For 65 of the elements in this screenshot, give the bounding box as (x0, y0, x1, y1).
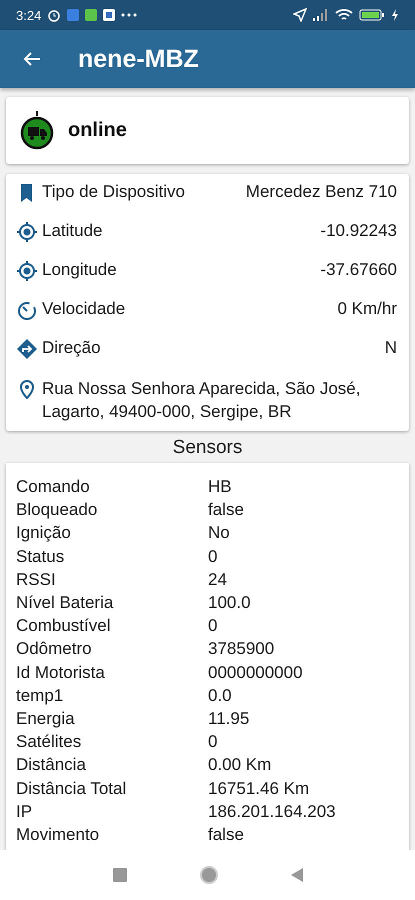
sensor-label: Nível Bateria (16, 592, 114, 614)
section-title: Sensors (172, 437, 244, 459)
wifi-icon (335, 8, 353, 22)
sensor-value: 24 (208, 568, 228, 591)
detail-value: Mercedez Benz 710 (246, 182, 397, 202)
sensor-value: 11.95 (208, 708, 250, 730)
detail-label: Velocidade (42, 299, 126, 319)
home-button[interactable] (198, 865, 218, 885)
timer-icon (16, 299, 38, 321)
sensor-label: Odômetro (16, 638, 93, 660)
sensor-label: IP (16, 800, 34, 823)
back-nav-button[interactable] (290, 868, 302, 882)
sensor-label: temp1 (16, 684, 64, 707)
sensor-value: 0000000000 (208, 662, 304, 684)
location-icon (293, 8, 307, 22)
charging-icon (391, 9, 399, 21)
alarm-icon (47, 8, 62, 22)
sensor-value: 0.00 Km (208, 754, 272, 776)
target-icon (16, 221, 38, 243)
sensor-value: 186.201.164.203 (208, 800, 337, 823)
sensor-value: 0 (208, 546, 218, 568)
detail-label: Direção (42, 338, 102, 358)
sensor-value: HB (208, 476, 233, 498)
app-icon (103, 9, 116, 21)
sensor-value: 16751.46 Km (208, 778, 310, 800)
detail-label: Latitude (42, 221, 104, 241)
clock-text: 3:24 (16, 8, 42, 22)
more-icon (121, 13, 138, 17)
address-text: Rua Nossa Senhora Aparecida, São José, Lagarto, 49400-000, Sergipe, BR (42, 378, 362, 423)
sensor-value: false (208, 499, 245, 522)
sensor-value: 0 (208, 615, 218, 638)
sensor-label: Distância Total (16, 778, 128, 800)
sensor-value: 0.0 (208, 684, 233, 707)
sensor-value: 0 (208, 731, 218, 754)
sensor-value: false (208, 824, 245, 846)
sensor-label: Combustível (16, 615, 112, 638)
app-icon (67, 9, 80, 21)
detail-label: Tipo de Dispositivo (42, 182, 186, 202)
sensor-label: Energia (16, 708, 76, 730)
recents-button[interactable] (112, 868, 126, 882)
sensor-value: 100.0 (208, 592, 252, 614)
direction-icon (16, 338, 38, 360)
sensor-label: Movimento (16, 824, 100, 846)
battery-icon (359, 9, 385, 21)
sensor-label: Distância (16, 754, 87, 776)
sensor-value: No (208, 522, 231, 544)
sensor-label: Id Motorista (16, 662, 106, 684)
sensor-label: Ignição (16, 522, 72, 544)
target-icon (16, 260, 38, 282)
screen-title: nene-MBZ (78, 44, 199, 74)
sensor-label: Bloqueado (16, 499, 98, 522)
detail-label: Longitude (42, 260, 118, 280)
sensor-label: RSSI (16, 568, 57, 591)
sensor-label: Status (16, 546, 66, 568)
signal-icon (313, 9, 329, 21)
app-icon (85, 9, 98, 21)
detail-value: 0 Km/hr (337, 299, 397, 319)
sensor-label: Comando (16, 476, 91, 498)
back-arrow-icon[interactable] (23, 51, 41, 67)
detail-value: N (384, 338, 397, 358)
detail-value: -37.67660 (320, 260, 397, 280)
sensor-value: 3785900 (208, 638, 276, 660)
sensor-label: Satélites (16, 731, 82, 754)
status-text: online (68, 119, 127, 142)
detail-value: -10.92243 (320, 221, 397, 241)
